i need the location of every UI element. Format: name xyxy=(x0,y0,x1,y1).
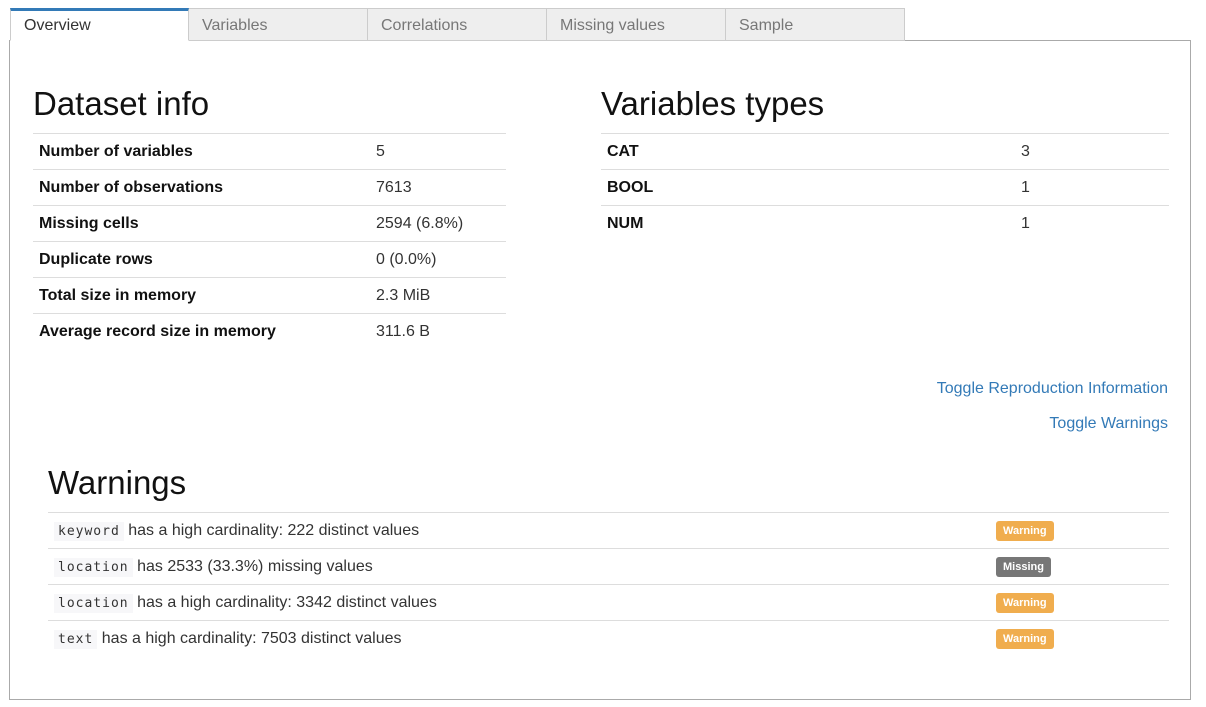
overview-panel: Dataset info Number of variables 5 Numbe… xyxy=(9,40,1191,700)
badge-cell: Missing xyxy=(990,548,1169,585)
warning-message-cell: location has 2533 (33.3%) missing values xyxy=(48,548,990,585)
variable-name: location xyxy=(54,557,133,577)
table-row: Missing cells 2594 (6.8%) xyxy=(33,205,506,242)
toggle-warnings-link[interactable]: Toggle Warnings xyxy=(1049,415,1168,433)
row-key: CAT xyxy=(601,133,1015,170)
warning-message: has a high cardinality: 222 distinct val… xyxy=(128,521,420,539)
warning-message-cell: text has a high cardinality: 7503 distin… xyxy=(48,620,990,656)
tab-variables[interactable]: Variables xyxy=(189,8,368,41)
variable-name: location xyxy=(54,593,133,613)
table-row: Average record size in memory 311.6 B xyxy=(33,313,506,349)
table-row: Number of observations 7613 xyxy=(33,169,506,206)
warnings-table: keyword has a high cardinality: 222 dist… xyxy=(48,512,1169,656)
warning-row: location has a high cardinality: 3342 di… xyxy=(48,584,1169,621)
warnings-title: Warnings xyxy=(48,464,187,501)
warning-message: has 2533 (33.3%) missing values xyxy=(137,557,373,575)
row-key: NUM xyxy=(601,205,1015,241)
row-key: Missing cells xyxy=(33,205,370,242)
warning-message: has a high cardinality: 3342 distinct va… xyxy=(137,593,437,611)
tab-correlations[interactable]: Correlations xyxy=(368,8,547,41)
warning-message-cell: location has a high cardinality: 3342 di… xyxy=(48,584,990,621)
row-value: 3 xyxy=(1015,133,1169,170)
tab-missing-values[interactable]: Missing values xyxy=(547,8,726,41)
table-row: NUM 1 xyxy=(601,205,1169,241)
table-row: Number of variables 5 xyxy=(33,133,506,170)
toggle-reproduction-link[interactable]: Toggle Reproduction Information xyxy=(937,380,1168,398)
badge-cell: Warning xyxy=(990,512,1169,549)
warning-row: text has a high cardinality: 7503 distin… xyxy=(48,620,1169,656)
warning-message: has a high cardinality: 7503 distinct va… xyxy=(101,629,402,647)
tab-bar: Overview Variables Correlations Missing … xyxy=(10,8,905,41)
warning-badge: Warning xyxy=(996,628,1054,649)
warning-row: keyword has a high cardinality: 222 dist… xyxy=(48,512,1169,549)
dataset-info-table: Number of variables 5 Number of observat… xyxy=(33,133,506,349)
row-value: 2594 (6.8%) xyxy=(370,205,506,242)
warning-badge: Warning xyxy=(996,520,1054,541)
table-row: Total size in memory 2.3 MiB xyxy=(33,277,506,314)
tab-overview[interactable]: Overview xyxy=(10,8,189,41)
tab-sample[interactable]: Sample xyxy=(726,8,905,41)
row-key: Number of observations xyxy=(33,169,370,206)
row-value: 5 xyxy=(370,133,506,170)
variable-name: keyword xyxy=(54,521,124,541)
row-key: Total size in memory xyxy=(33,277,370,314)
row-key: Number of variables xyxy=(33,133,370,170)
row-value: 0 (0.0%) xyxy=(370,241,506,278)
row-key: Average record size in memory xyxy=(33,313,370,349)
badge-cell: Warning xyxy=(990,620,1169,656)
row-value: 7613 xyxy=(370,169,506,206)
variable-types-title: Variables types xyxy=(601,85,825,122)
warning-badge: Warning xyxy=(996,592,1054,613)
dataset-info-title: Dataset info xyxy=(33,85,210,122)
row-value: 1 xyxy=(1015,205,1169,241)
row-key: Duplicate rows xyxy=(33,241,370,278)
warning-row: location has 2533 (33.3%) missing values… xyxy=(48,548,1169,585)
warning-message-cell: keyword has a high cardinality: 222 dist… xyxy=(48,512,990,549)
table-row: Duplicate rows 0 (0.0%) xyxy=(33,241,506,278)
row-value: 1 xyxy=(1015,169,1169,206)
row-value: 311.6 B xyxy=(370,313,506,349)
row-key: BOOL xyxy=(601,169,1015,206)
table-row: BOOL 1 xyxy=(601,169,1169,206)
missing-badge: Missing xyxy=(996,556,1051,577)
badge-cell: Warning xyxy=(990,584,1169,621)
variable-types-table: CAT 3 BOOL 1 NUM 1 xyxy=(601,133,1169,241)
row-value: 2.3 MiB xyxy=(370,277,506,314)
table-row: CAT 3 xyxy=(601,133,1169,170)
variable-name: text xyxy=(54,629,98,649)
